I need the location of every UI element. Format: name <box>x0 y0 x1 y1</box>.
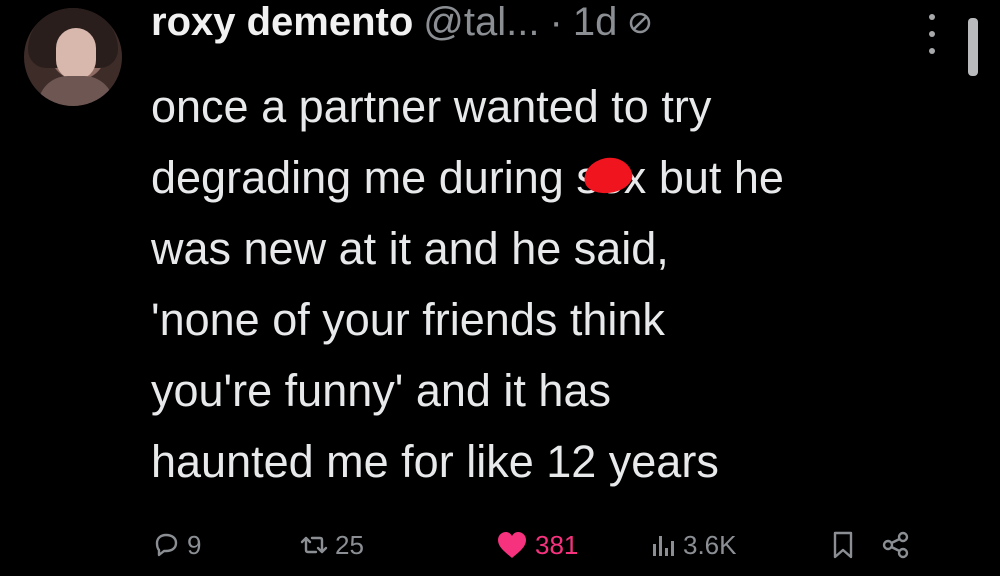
author-handle[interactable]: @tal... <box>423 2 539 42</box>
tweet-line: was new at it and he said, <box>151 223 669 274</box>
bookmark-icon <box>831 530 855 560</box>
reply-button[interactable]: 9 <box>151 525 201 565</box>
tweet-text: once a partner wanted to try degrading m… <box>151 71 971 497</box>
tweet-line: you're funny' and it has <box>151 365 611 416</box>
reply-count: 9 <box>187 529 202 560</box>
tweet-header: roxy demento @tal... · 1d <box>151 0 951 58</box>
share-icon <box>881 530 911 560</box>
like-button[interactable]: 381 <box>495 525 578 565</box>
reply-icon <box>151 530 181 560</box>
tweet-line: once a partner wanted to try <box>151 81 712 132</box>
tweet-line: degrading me during sex but he <box>151 142 971 213</box>
avatar[interactable] <box>24 8 122 106</box>
bookmark-button[interactable] <box>831 525 855 565</box>
hidden-reply-icon <box>627 10 653 36</box>
tweet-line-part: degrading me during <box>151 152 577 203</box>
heart-icon <box>495 530 529 560</box>
tweet-line-part: but he <box>646 152 784 203</box>
redacted-word: sex <box>576 142 646 213</box>
views-count: 3.6K <box>683 529 737 560</box>
tweet-line: haunted me for like 12 years <box>151 436 719 487</box>
repost-button[interactable]: 25 <box>299 525 364 565</box>
more-options-icon[interactable] <box>920 14 944 54</box>
author-name[interactable]: roxy demento <box>151 2 413 42</box>
repost-icon <box>299 530 329 560</box>
like-count: 381 <box>535 529 579 560</box>
tweet-card: roxy demento @tal... · 1d once a partner… <box>0 0 1000 576</box>
repost-count: 25 <box>335 529 364 560</box>
tweet-actions: 9 25 381 3.6K <box>151 525 951 565</box>
tweet-line: 'none of your friends think <box>151 294 665 345</box>
separator-dot: · <box>549 0 563 44</box>
analytics-icon <box>651 530 677 560</box>
scrollbar[interactable] <box>968 18 978 76</box>
avatar-face <box>56 28 96 80</box>
tweet-time[interactable]: 1d <box>573 2 618 42</box>
avatar-shoulder <box>38 76 114 106</box>
share-button[interactable] <box>881 525 911 565</box>
views-button[interactable]: 3.6K <box>651 525 737 565</box>
